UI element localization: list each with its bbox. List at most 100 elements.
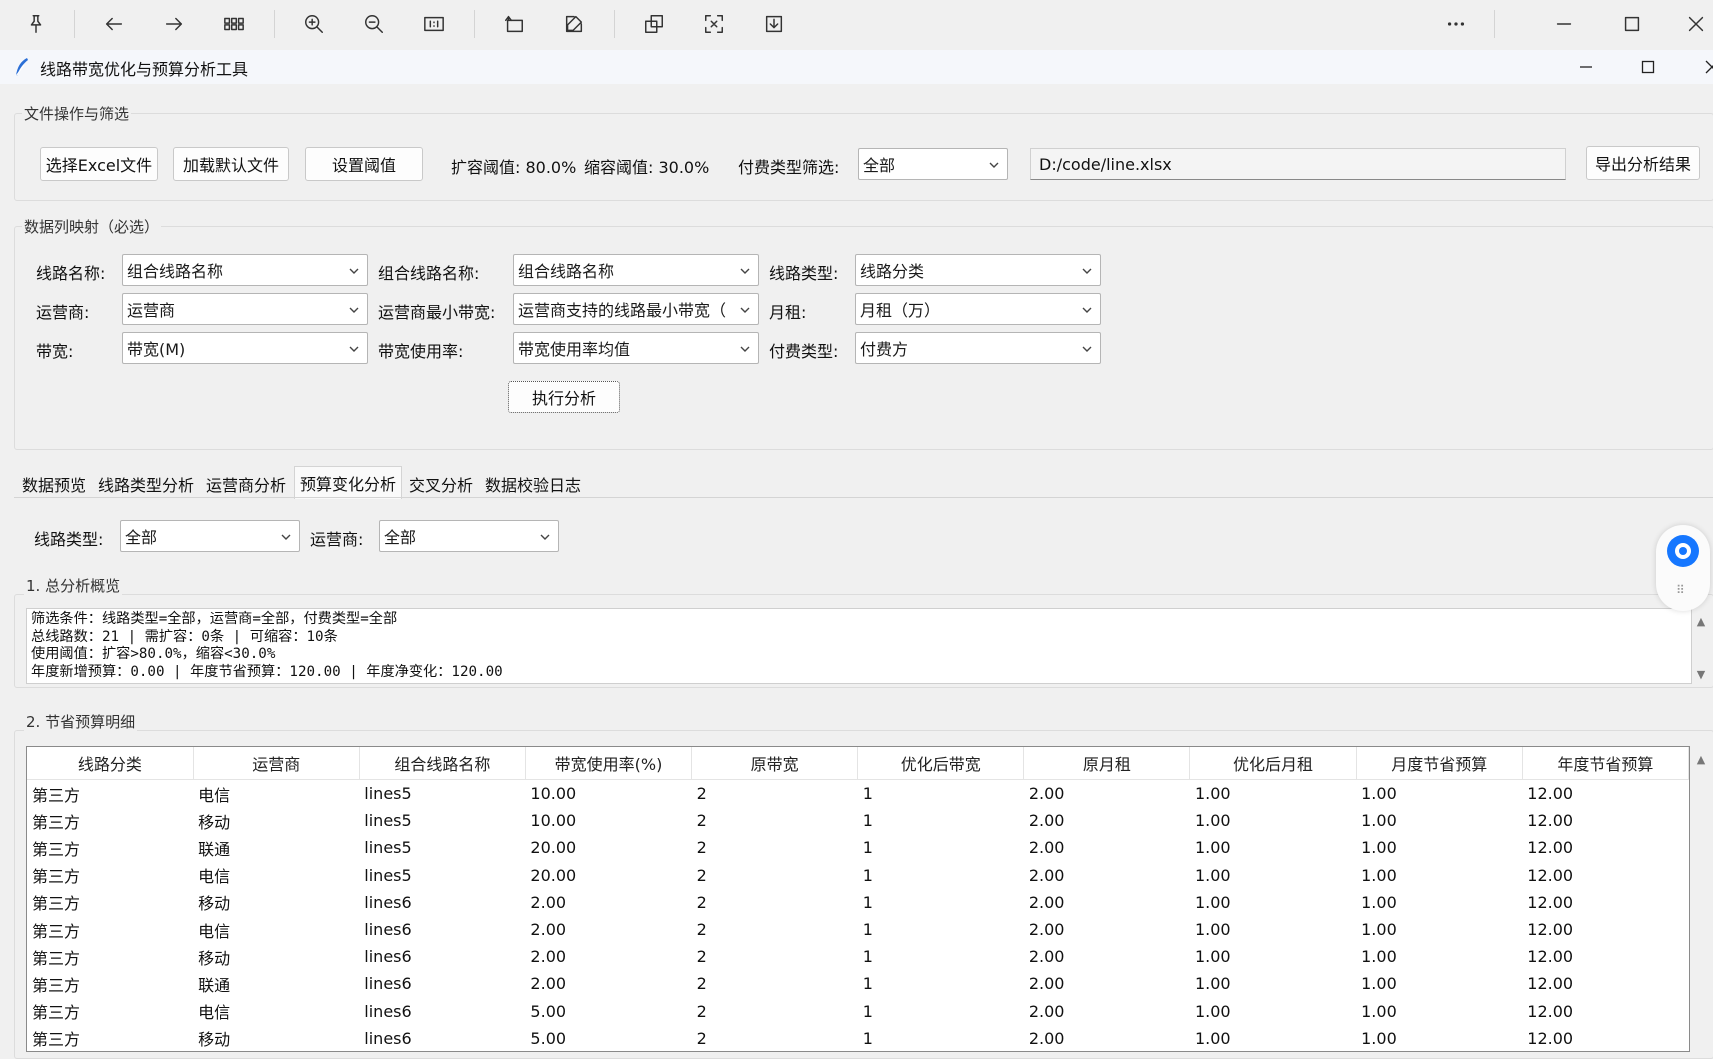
grid-icon[interactable] <box>214 4 254 44</box>
rotate-icon[interactable] <box>494 4 534 44</box>
extract-icon[interactable] <box>634 4 674 44</box>
table-cell: 12.00 <box>1527 784 1574 804</box>
tab-data-preview[interactable]: 数据预览 <box>20 470 88 498</box>
line-name-select[interactable]: 组合线路名称 <box>122 254 368 286</box>
line-type-value: 线路分类 <box>860 262 925 281</box>
edit-icon[interactable] <box>554 4 594 44</box>
filter-operator-select[interactable]: 全部 <box>379 520 559 552</box>
table-cell: 1 <box>862 1001 873 1021</box>
toolbar-divider <box>474 10 475 38</box>
pay-type-filter-select[interactable]: 全部 <box>858 148 1008 180</box>
combined-line-name-select[interactable]: 组合线路名称 <box>513 254 759 286</box>
table-cell: 12.00 <box>1527 947 1574 967</box>
maximize-icon[interactable] <box>1612 4 1652 44</box>
toolbar-divider <box>614 10 615 38</box>
bandwidth-select[interactable]: 带宽(M) <box>122 332 368 364</box>
zoom-out-icon[interactable] <box>354 4 394 44</box>
floating-assistant-widget[interactable]: ⠿ <box>1656 525 1710 611</box>
table-row[interactable]: 第三方 移动 lines5 10.00 2 1 2.00 1.00 1.00 12.00 <box>27 807 1689 834</box>
column-header[interactable]: 带宽使用率(%) <box>525 747 693 780</box>
table-cell: 1 <box>862 974 873 994</box>
arrow-right-icon[interactable] <box>154 4 194 44</box>
column-header[interactable]: 原月租 <box>1023 747 1191 780</box>
overview-text: 筛选条件：线路类型=全部，运营商=全部，付费类型=全部 总线路数：21 | 需扩… <box>26 608 1692 684</box>
column-header[interactable]: 年度节省预算 <box>1522 747 1689 780</box>
column-header[interactable]: 月度节省预算 <box>1356 747 1523 780</box>
table-cell: 第三方 <box>32 894 81 914</box>
table-cell: 1.00 <box>1361 920 1397 940</box>
table-cell: 1.00 <box>1194 784 1231 804</box>
table-cell: 联通 <box>198 839 231 859</box>
column-header[interactable]: 组合线路名称 <box>359 747 526 780</box>
select-text-icon[interactable] <box>694 4 734 44</box>
table-cell: 2.00 <box>1028 784 1065 804</box>
tab-cross-analysis[interactable]: 交叉分析 <box>406 470 476 498</box>
app-close-icon[interactable] <box>1684 50 1713 84</box>
column-header[interactable]: 线路分类 <box>27 747 194 780</box>
table-cell: 1.00 <box>1361 1028 1397 1048</box>
table-cell: 1.00 <box>1194 865 1231 885</box>
download-icon[interactable] <box>754 4 794 44</box>
run-analysis-button[interactable]: 执行分析 <box>508 381 620 413</box>
tab-line-type-analysis[interactable]: 线路类型分析 <box>96 470 196 498</box>
export-results-button[interactable]: 导出分析结果 <box>1586 146 1700 180</box>
tab-validation-log[interactable]: 数据校验日志 <box>482 470 584 498</box>
set-threshold-button[interactable]: 设置阈值 <box>305 147 423 181</box>
table-row[interactable]: 第三方 联通 lines5 20.00 2 1 2.00 1.00 1.00 12.00 <box>27 834 1689 861</box>
line-type-select[interactable]: 线路分类 <box>855 254 1101 286</box>
table-row[interactable]: 第三方 电信 lines5 20.00 2 1 2.00 1.00 1.00 12.00 <box>27 862 1689 889</box>
app-maximize-icon[interactable] <box>1620 50 1676 84</box>
mapping-label-bw-usage: 带宽使用率: <box>378 342 464 361</box>
table-row[interactable]: 第三方 联通 lines6 2.00 2 1 2.00 1.00 1.00 12.00 <box>27 970 1689 997</box>
pay-type-select[interactable]: 付费方 <box>855 332 1101 364</box>
table-cell: 1.00 <box>1194 838 1231 858</box>
filter-operator-value: 全部 <box>384 528 417 547</box>
more-icon[interactable] <box>1436 4 1476 44</box>
file-path-field[interactable]: D:/code/line.xlsx <box>1030 148 1566 180</box>
mapping-label-line-name: 线路名称: <box>36 264 106 283</box>
close-icon[interactable] <box>1676 4 1713 44</box>
table-row[interactable]: 第三方 移动 lines6 2.00 2 1 2.00 1.00 1.00 12.00 <box>27 943 1689 970</box>
table-row[interactable]: 第三方 电信 lines6 2.00 2 1 2.00 1.00 1.00 12.00 <box>27 916 1689 943</box>
minimize-icon[interactable] <box>1544 4 1584 44</box>
column-header[interactable]: 运营商 <box>193 747 360 780</box>
operator-min-bandwidth-select[interactable]: 运营商支持的线路最小带宽（ <box>513 293 759 325</box>
tab-budget-change-analysis[interactable]: 预算变化分析 <box>294 466 402 499</box>
table-row[interactable]: 第三方 移动 lines6 2.00 2 1 2.00 1.00 1.00 12.00 <box>27 889 1689 916</box>
column-header[interactable]: 优化后带宽 <box>857 747 1025 780</box>
table-cell: 1.00 <box>1361 947 1397 967</box>
table-cell: 1.00 <box>1194 974 1231 994</box>
table-scroll-up-icon[interactable]: ▲ <box>1694 752 1708 766</box>
column-header[interactable]: 原带宽 <box>691 747 859 780</box>
bandwidth-usage-select[interactable]: 带宽使用率均值 <box>513 332 759 364</box>
column-header[interactable]: 优化后月租 <box>1189 747 1357 780</box>
select-excel-button[interactable]: 选择Excel文件 <box>40 147 158 181</box>
table-cell: 1.00 <box>1361 892 1397 912</box>
pay-type-value: 付费方 <box>860 340 909 359</box>
table-row[interactable]: 第三方 电信 lines5 10.00 2 1 2.00 1.00 1.00 12.00 <box>27 780 1689 808</box>
filter-line-type-select[interactable]: 全部 <box>120 520 300 552</box>
overview-scroll-up-icon[interactable]: ▲ <box>1694 614 1708 628</box>
table-cell: 5.00 <box>530 1001 567 1021</box>
monthly-rent-value: 月租（万） <box>860 301 941 320</box>
table-cell: 5.00 <box>530 1028 567 1048</box>
overview-scroll-down-icon[interactable]: ▼ <box>1694 667 1708 681</box>
pin-icon[interactable] <box>16 4 56 44</box>
arrow-left-icon[interactable] <box>94 4 134 44</box>
table-cell: 第三方 <box>32 1030 81 1050</box>
table-cell: 2.00 <box>530 947 567 967</box>
drag-handle-icon[interactable]: ⠿ <box>1676 583 1686 597</box>
file-ops-group-label: 文件操作与筛选 <box>22 103 132 124</box>
overview-line: 总线路数：21 | 需扩容：0条 | 可缩容：10条 <box>31 628 338 645</box>
load-default-button[interactable]: 加载默认文件 <box>173 147 289 181</box>
actual-size-icon[interactable] <box>414 4 454 44</box>
operator-select[interactable]: 运营商 <box>122 293 368 325</box>
chevron-down-icon <box>738 302 752 316</box>
assistant-icon[interactable] <box>1667 535 1699 567</box>
zoom-in-icon[interactable] <box>294 4 334 44</box>
table-row[interactable]: 第三方 电信 lines6 5.00 2 1 2.00 1.00 1.00 12.00 <box>27 998 1689 1025</box>
tab-operator-analysis[interactable]: 运营商分析 <box>204 470 288 498</box>
table-row[interactable]: 第三方 移动 lines6 5.00 2 1 2.00 1.00 1.00 12.00 <box>27 1025 1689 1051</box>
monthly-rent-select[interactable]: 月租（万） <box>855 293 1101 325</box>
app-minimize-icon[interactable] <box>1558 50 1614 84</box>
